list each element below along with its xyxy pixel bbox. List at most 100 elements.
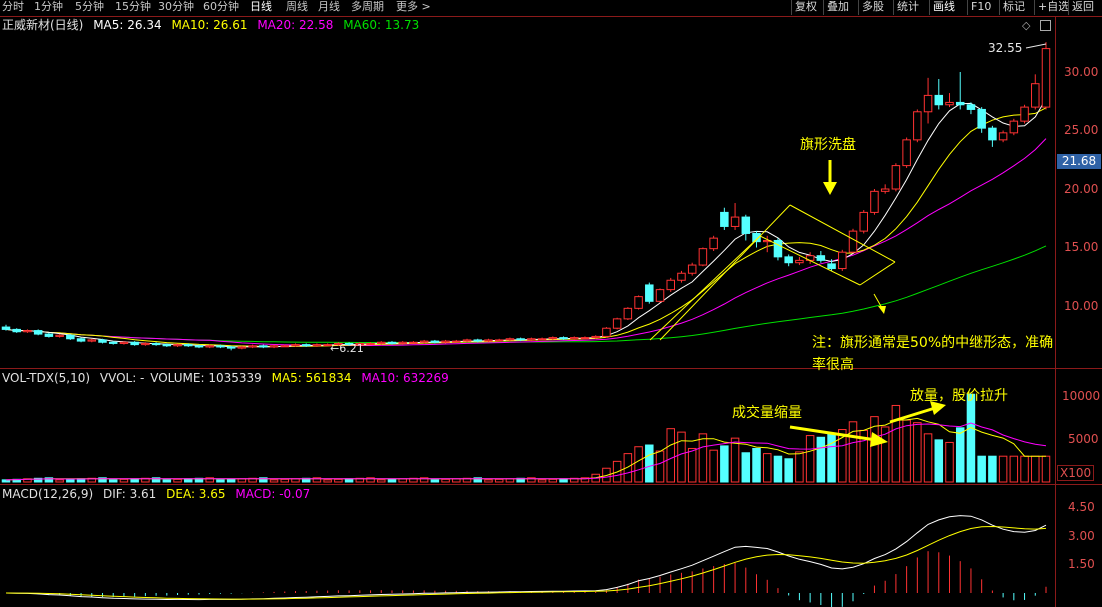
kline-chart[interactable] [0,0,1102,607]
macd-tick: 4.50 [1068,500,1095,514]
candle-body [645,284,654,302]
vol-divider [0,368,1102,369]
candle-body [741,216,751,234]
candle-body [923,94,933,113]
volume-bar [537,479,547,483]
volume-bar [645,444,654,483]
volume-bar [55,479,64,483]
macd-title: MACD(12,26,9) [2,487,94,501]
candle-body [880,188,890,192]
candle-body [473,339,483,342]
volume-bar [773,455,783,483]
volume-bar [548,478,558,483]
candle-body [998,132,1008,141]
volume-shrink-label: 成交量缩量 [732,405,802,421]
volume-bar [494,478,504,483]
volume-bar [162,479,172,483]
volume-bar [923,433,933,483]
volume-bar [730,437,740,483]
candle-body [184,344,193,347]
macd-tick: 1.50 [1068,557,1095,571]
price-tick: 10.00 [1064,299,1099,313]
candle-body [151,342,161,346]
candle-body [934,94,944,106]
candle-body [312,344,322,347]
candle-body [452,340,461,343]
ma5-line [5,98,1047,348]
candle-body [226,346,236,349]
candle-body [280,345,290,348]
candle-body [1,326,11,330]
macd-tick: 3.00 [1068,529,1095,543]
current-price-badge: 21.68 [1057,154,1101,169]
vol-tick: 5000 [1068,432,1099,446]
candle-body [216,345,225,348]
candle-body [108,341,118,344]
candle-body [623,307,633,320]
candle-body [687,264,697,274]
macd-divider [0,484,1102,485]
note-line-2: 率很高 [812,357,854,373]
volume-bar [988,455,997,483]
candle-body [162,344,172,347]
candle-body [494,339,504,342]
candle-body [441,340,450,343]
dif-line [5,515,1047,601]
vol-ma10-line [5,422,1047,481]
candle-body [462,339,472,342]
candle-body [194,345,204,348]
vol-unit-label: X100 [1057,465,1095,481]
candle-body [548,337,558,340]
price-tick: 25.00 [1064,123,1099,137]
price-tick: 20.00 [1064,182,1099,196]
volume-bar [1031,455,1040,483]
volume-bar [108,479,118,483]
candle-body [977,108,986,129]
candle-body [730,216,740,227]
vvol-value: VVOL: - [99,371,145,385]
volume-bar [805,435,815,483]
volume-up-label: 放量，股价拉升 [910,388,1008,404]
volume-bar [741,452,751,483]
high-price-label: 32.55 [988,41,1023,55]
candle-body [709,237,718,250]
volume-bar [226,478,236,483]
candle-body [130,341,139,346]
candle-body [795,259,804,264]
candle-body [484,339,493,342]
candle-body [301,344,311,347]
volume-bar [119,478,129,483]
candle-body [419,340,429,343]
candle-body [291,344,300,347]
ma20-line [5,138,1047,346]
volume-bar [934,439,944,483]
candle-body [430,340,440,343]
candle-body [784,256,793,264]
candle-body [655,289,665,302]
volume-bar [955,427,965,483]
macd-value: MACD: -0.07 [235,487,311,501]
candle-body [248,345,257,348]
volume-bar [216,479,225,483]
candle-body [76,338,86,342]
macd-legend: MACD(12,26,9) DIF: 3.61 DEA: 3.65 MACD: … [2,487,316,501]
volume-bar [1020,455,1029,483]
candle-body [98,339,107,343]
high-label-pointer [1025,43,1047,49]
volume-bar [634,446,643,483]
volume-bar [430,479,440,483]
volume-bar [709,449,718,483]
volume-bar [827,432,836,483]
vol-ma5-value: MA5: 561834 [271,371,352,385]
volume-bar [484,479,493,483]
candle-body [269,345,279,348]
volume-bar [762,453,772,483]
volume-bar [998,455,1008,483]
candle-body [12,328,21,333]
down-arrow-head [823,182,837,195]
candle-body [945,101,954,106]
volume-bar [441,478,450,483]
candle-body [602,327,611,337]
candle-body [612,318,622,329]
volume-bar [377,479,386,483]
